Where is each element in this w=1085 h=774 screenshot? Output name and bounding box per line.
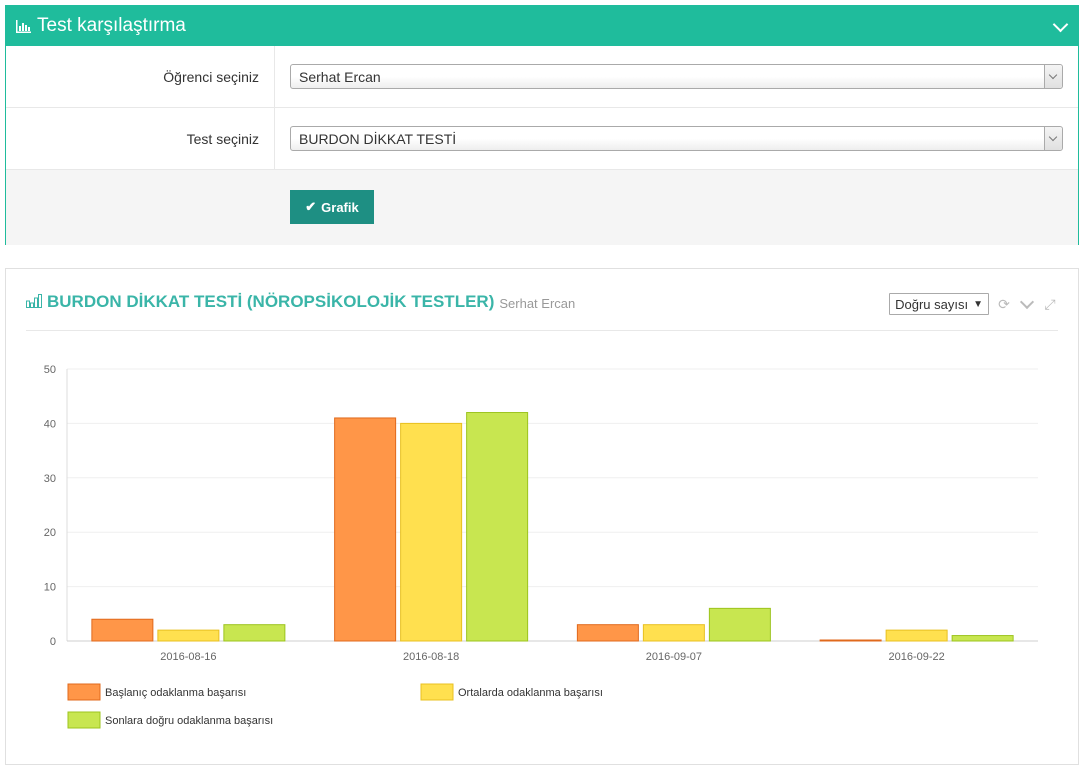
bar [334,417,397,642]
check-icon: ✔ [305,199,317,214]
test-select[interactable]: BURDON DİKKAT TESTİ [290,126,1063,151]
bar [885,629,948,642]
metric-select-value: Doğru sayısı [895,296,969,312]
bar [223,624,286,642]
x-tick-label: 2016-09-07 [646,651,702,663]
legend-swatch [420,683,454,701]
bar [642,624,705,642]
chevron-down-icon[interactable] [1052,18,1068,34]
legend-label: Başlanıç odaklanma başarısı [105,687,246,699]
test-row: Test seçiniz BURDON DİKKAT TESTİ [6,108,1078,170]
legend-label: Ortalarda odaklanma başarısı [458,687,603,699]
chart-toolbar: Doğru sayısı ▼ ⟳ ⤢ [889,293,1058,315]
bar-chart: 0 10 20 30 40 50 2016-08-16 2016-08-18 2016-09-0… [44,364,1038,729]
legend-swatch [67,711,101,729]
y-tick-label: 0 [50,636,56,648]
bar-chart-icon [26,294,42,308]
grafik-button[interactable]: ✔ Grafik [290,190,374,224]
chevron-down-icon[interactable] [1019,296,1035,312]
test-comparison-panel: Test karşılaştırma Öğrenci seçiniz Serha… [5,5,1079,245]
student-select-value: Serhat Ercan [299,68,381,85]
bar [91,618,154,642]
chevron-down-icon[interactable] [1044,127,1062,150]
grafik-button-label: Grafik [321,199,359,215]
bar [466,412,529,642]
chart-subtitle: Serhat Ercan [499,296,576,311]
chart-header: BURDON DİKKAT TESTİ (NÖROPSİKOLOJİK TEST… [26,289,1058,331]
bar [819,639,882,642]
legend-swatch [67,683,101,701]
chart-panel: 0 10 20 30 40 50 2016-08-16 2016-08-18 2016-09-0… [5,268,1079,765]
panel-title: Test karşılaştırma [37,15,186,36]
student-label: Öğrenci seçiniz [6,46,275,107]
caret-down-icon: ▼ [973,298,983,310]
student-row: Öğrenci seçiniz Serhat Ercan [6,46,1078,108]
refresh-icon[interactable]: ⟳ [996,296,1012,312]
chevron-down-icon[interactable] [1044,65,1062,88]
test-label: Test seçiniz [6,108,275,169]
x-tick-label: 2016-09-22 [888,651,944,663]
y-tick-label: 10 [44,582,56,594]
y-tick-label: 40 [44,418,56,430]
chart-title: BURDON DİKKAT TESTİ (NÖROPSİKOLOJİK TEST… [47,292,495,311]
bar [576,624,639,642]
test-select-value: BURDON DİKKAT TESTİ [299,130,457,147]
form-actions: ✔ Grafik [6,170,1078,245]
panel-header: Test karşılaştırma [6,6,1078,46]
student-select[interactable]: Serhat Ercan [290,64,1063,89]
legend-label: Sonlara doğru odaklanma başarısı [105,715,273,727]
bar [400,422,463,642]
expand-icon[interactable]: ⤢ [1042,296,1058,312]
bar [951,635,1014,642]
y-tick-label: 50 [44,364,56,376]
bar [708,607,771,642]
bar [157,629,220,642]
x-tick-label: 2016-08-18 [403,651,459,663]
metric-select[interactable]: Doğru sayısı ▼ [889,293,989,315]
x-tick-label: 2016-08-16 [160,651,216,663]
bar-chart-icon [16,19,31,33]
y-tick-label: 30 [44,473,56,485]
y-tick-label: 20 [44,527,56,539]
